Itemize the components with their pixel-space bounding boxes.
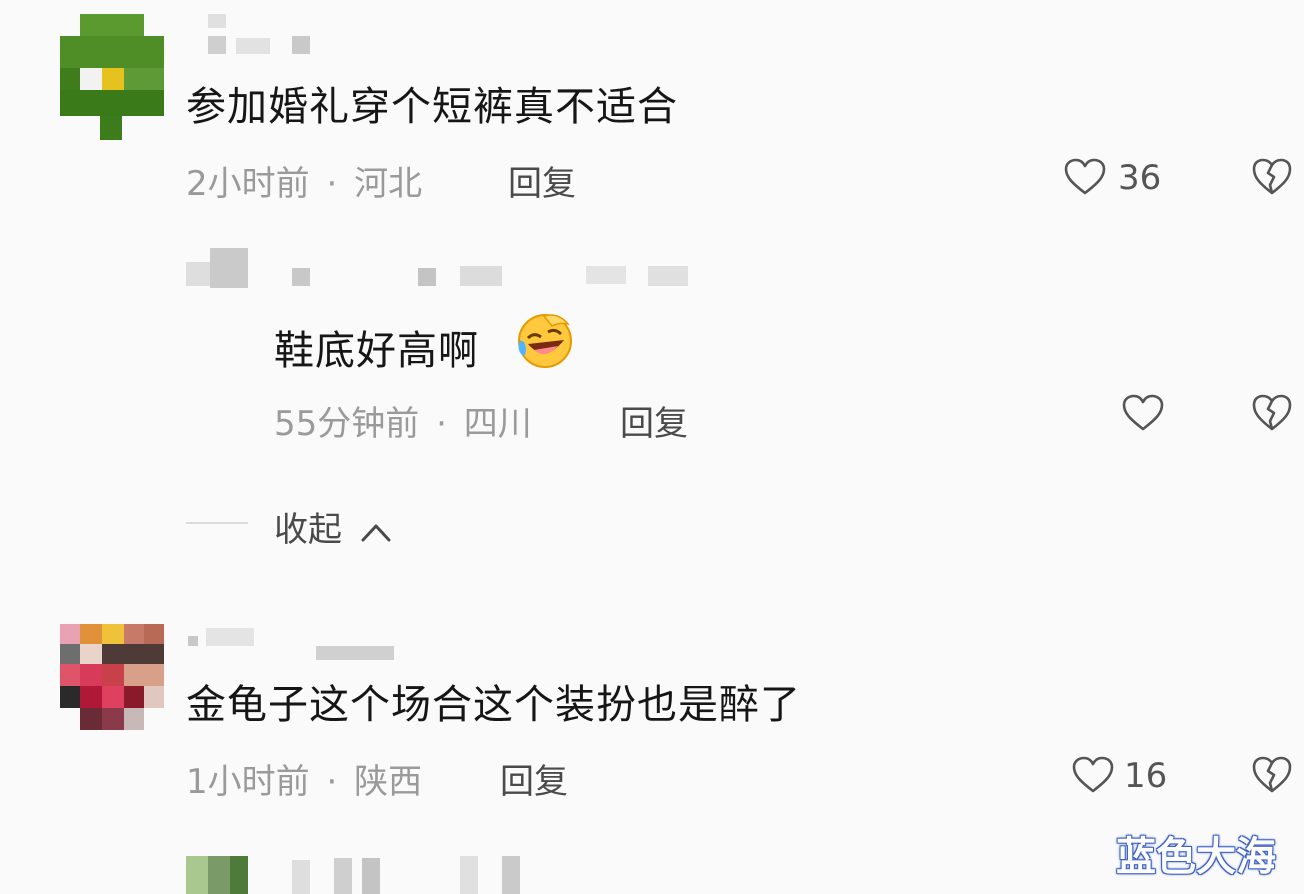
avatar-blurred[interactable]: [230, 856, 248, 894]
username-blurred[interactable]: [292, 268, 310, 286]
watermark: 蓝色大海: [1116, 834, 1276, 880]
comment-meta: 1小时前 · 陕西: [186, 754, 422, 803]
reply-button[interactable]: 回复: [508, 156, 576, 205]
username-blurred[interactable]: [502, 856, 520, 894]
reply-button[interactable]: 回复: [500, 754, 568, 803]
comment-time: 1小时前: [186, 762, 310, 802]
username-blurred[interactable]: [362, 858, 380, 894]
username-blurred[interactable]: [460, 266, 502, 286]
username-blurred[interactable]: [334, 858, 352, 894]
broken-heart-icon[interactable]: [1252, 394, 1292, 432]
avatar[interactable]: [60, 624, 164, 730]
username-blurred[interactable]: [418, 268, 436, 286]
comment-time: 2小时前: [186, 164, 310, 204]
collapse-label: 收起: [274, 510, 342, 550]
heart-icon[interactable]: [1122, 394, 1164, 432]
broken-heart-icon[interactable]: [1252, 756, 1292, 794]
reply-text: 鞋底好高啊: [274, 328, 479, 374]
username-blurred[interactable]: [208, 14, 226, 28]
rolling-laughing-emoji: [514, 310, 576, 370]
username-blurred[interactable]: [188, 636, 198, 646]
meta-separator: ·: [326, 762, 338, 802]
heart-icon[interactable]: [1064, 158, 1106, 196]
username-blurred[interactable]: [206, 628, 254, 646]
collapse-button[interactable]: 收起: [274, 502, 393, 551]
comment-meta: 2小时前 · 河北: [186, 156, 422, 205]
avatar-blurred[interactable]: [208, 856, 230, 894]
like-count: 16: [1124, 756, 1168, 796]
reply-avatar-blurred[interactable]: [210, 248, 248, 288]
username-blurred[interactable]: [236, 38, 270, 54]
comment-location: 陕西: [354, 762, 423, 802]
username-blurred[interactable]: [208, 36, 226, 54]
comment-text: 金龟子这个场合这个装扮也是醉了: [186, 682, 801, 728]
chevron-up-icon: [359, 520, 393, 544]
reply-avatar-blurred[interactable]: [186, 262, 210, 286]
reply-location: 四川: [463, 404, 532, 444]
reply-meta: 55分钟前 · 四川: [274, 396, 532, 445]
reply-button[interactable]: 回复: [620, 396, 688, 445]
username-blurred[interactable]: [316, 646, 394, 660]
meta-separator: ·: [326, 164, 338, 204]
username-blurred[interactable]: [292, 860, 310, 894]
meta-separator: ·: [436, 404, 447, 444]
avatar[interactable]: [60, 14, 164, 140]
comment-location: 河北: [354, 164, 423, 204]
collapse-divider: [186, 522, 248, 524]
reply-time: 55分钟前: [274, 404, 420, 444]
avatar-blurred[interactable]: [186, 856, 208, 894]
username-blurred[interactable]: [586, 266, 626, 284]
username-blurred[interactable]: [648, 266, 688, 286]
comment-text: 参加婚礼穿个短裤真不适合: [186, 84, 678, 130]
heart-icon[interactable]: [1072, 756, 1114, 794]
username-blurred[interactable]: [292, 36, 310, 54]
broken-heart-icon[interactable]: [1252, 158, 1292, 196]
username-blurred[interactable]: [460, 856, 478, 894]
like-count: 36: [1118, 158, 1162, 198]
